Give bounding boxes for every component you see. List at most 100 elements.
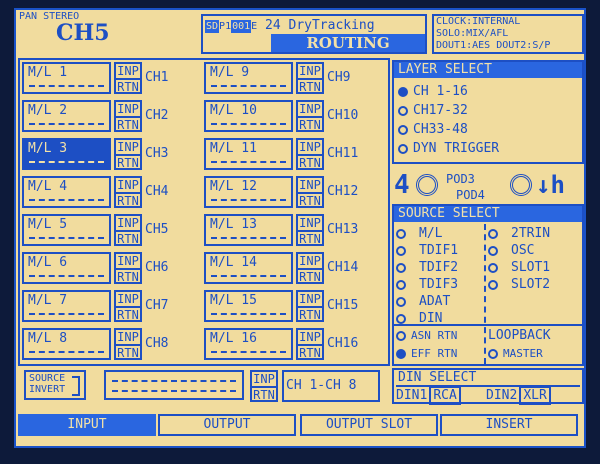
source-option[interactable]: 2TRIN xyxy=(488,226,550,242)
source-label: M/L 8 xyxy=(28,331,68,346)
source-field-right[interactable]: M/L 9 xyxy=(204,62,293,94)
layer-option[interactable]: CH17-32 xyxy=(398,103,468,119)
inp-rtn-toggle[interactable]: INP RTN xyxy=(114,176,142,208)
inp-rtn-toggle[interactable]: INP RTN xyxy=(296,290,324,322)
din1-option[interactable]: DIN1 RCA xyxy=(396,386,461,405)
source-option[interactable]: M/L xyxy=(396,226,442,242)
bottom-channel-range: CH 1-CH 8 xyxy=(282,370,380,402)
rtn-label: RTN xyxy=(298,230,322,246)
source-field-right[interactable]: M/L 11 xyxy=(204,138,293,170)
tab-input[interactable]: INPUT xyxy=(18,414,156,436)
inp-rtn-toggle[interactable]: INP RTN xyxy=(296,328,324,360)
bottom-label-field[interactable] xyxy=(104,370,244,400)
radio-icon xyxy=(488,279,498,290)
inp-rtn-toggle[interactable]: INP RTN xyxy=(296,214,324,246)
source-option[interactable]: TDIF1 xyxy=(396,243,458,259)
channel-label: CH13 xyxy=(327,222,359,237)
channel-label: CH11 xyxy=(327,146,359,161)
asn-rtn-option[interactable]: ASN RTN xyxy=(396,328,457,344)
scene-number: 001 xyxy=(231,20,252,33)
source-field-right[interactable]: M/L 12 xyxy=(204,176,293,208)
layer-option[interactable]: CH 1-16 xyxy=(398,84,468,100)
label-placeholder xyxy=(211,85,286,87)
source-label: M/L 4 xyxy=(28,179,68,194)
din2-option[interactable]: DIN2 XLR xyxy=(486,386,551,405)
source-option[interactable]: TDIF3 xyxy=(396,277,458,293)
radio-icon xyxy=(396,313,406,324)
status-box: CLOCK:INTERNAL SOLO:MIX/AFL DOUT1:AES DO… xyxy=(432,14,584,54)
solo-status: SOLO:MIX/AFL xyxy=(436,28,509,39)
radio-icon xyxy=(396,331,406,341)
label-placeholder xyxy=(29,199,104,201)
label-placeholder xyxy=(29,313,104,315)
rtn-label: RTN xyxy=(298,344,322,360)
source-field-left[interactable]: M/L 2 xyxy=(22,100,111,132)
rtn-label: RTN xyxy=(116,78,140,94)
inp-rtn-toggle[interactable]: INP RTN xyxy=(114,100,142,132)
pod4-label: POD4 xyxy=(456,188,485,202)
label-placeholder xyxy=(211,351,286,353)
source-field-left[interactable]: M/L 3 xyxy=(22,138,111,170)
scene-tag: SD xyxy=(205,20,220,33)
rtn-label: RTN xyxy=(116,344,140,360)
source-field-left[interactable]: M/L 4 xyxy=(22,176,111,208)
source-option[interactable]: DIN xyxy=(396,311,442,327)
inp-rtn-toggle[interactable]: INP RTN xyxy=(296,100,324,132)
inp-rtn-toggle[interactable]: INP RTN xyxy=(114,252,142,284)
source-field-left[interactable]: M/L 5 xyxy=(22,214,111,246)
radio-icon xyxy=(398,143,408,154)
source-field-right[interactable]: M/L 14 xyxy=(204,252,293,284)
inp-rtn-toggle[interactable]: INP RTN xyxy=(114,328,142,360)
label-placeholder xyxy=(29,275,104,277)
bottom-inp-rtn[interactable]: INP RTN xyxy=(250,370,278,402)
layer-option[interactable]: DYN TRIGGER xyxy=(398,141,499,157)
source-field-left[interactable]: M/L 7 xyxy=(22,290,111,322)
channel-label: CH3 xyxy=(145,146,169,161)
source-option[interactable]: TDIF2 xyxy=(396,260,458,276)
source-option-label: M/L xyxy=(419,226,443,241)
inp-rtn-toggle[interactable]: INP RTN xyxy=(296,138,324,170)
inp-label: INP xyxy=(299,140,321,154)
inp-rtn-toggle[interactable]: INP RTN xyxy=(114,214,142,246)
source-invert-button[interactable]: SOURCE INVERT xyxy=(24,370,86,400)
tab-output[interactable]: OUTPUT xyxy=(158,414,296,436)
tab-output-slot[interactable]: OUTPUT SLOT xyxy=(300,414,438,436)
inp-label: INP xyxy=(299,292,321,306)
layer-select-title: LAYER SELECT xyxy=(394,62,582,78)
rtn-label: RTN xyxy=(298,306,322,322)
eff-rtn-option[interactable]: EFF RTN xyxy=(396,346,457,362)
source-field-right[interactable]: M/L 15 xyxy=(204,290,293,322)
layer-option[interactable]: CH33-48 xyxy=(398,122,468,138)
tab-insert[interactable]: INSERT xyxy=(440,414,578,436)
channel-label: CH2 xyxy=(145,108,169,123)
source-label: M/L 7 xyxy=(28,293,68,308)
pod-right-icon: ↓h xyxy=(536,171,565,199)
source-option[interactable]: ADAT xyxy=(396,294,450,310)
source-option[interactable]: SLOT1 xyxy=(488,260,550,276)
source-option-label: OSC xyxy=(511,243,535,258)
source-option[interactable]: OSC xyxy=(488,243,534,259)
radio-icon xyxy=(396,296,406,307)
inp-rtn-toggle[interactable]: INP RTN xyxy=(296,176,324,208)
inp-rtn-toggle[interactable]: INP RTN xyxy=(114,138,142,170)
master-option[interactable]: MASTER xyxy=(488,346,543,362)
channel-label: CH8 xyxy=(145,336,169,351)
inp-rtn-toggle[interactable]: INP RTN xyxy=(114,62,142,94)
source-option[interactable]: SLOT2 xyxy=(488,277,550,293)
inp-label: INP xyxy=(299,102,321,116)
source-option-label: ADAT xyxy=(419,294,451,309)
inp-label: INP xyxy=(299,216,321,230)
source-label: M/L 10 xyxy=(210,103,257,118)
inp-rtn-toggle[interactable]: INP RTN xyxy=(296,252,324,284)
inp-rtn-toggle[interactable]: INP RTN xyxy=(114,290,142,322)
source-field-right[interactable]: M/L 10 xyxy=(204,100,293,132)
layer-select-panel: LAYER SELECT CH 1-16 CH17-32 CH33-48 DYN TR… xyxy=(392,60,584,164)
source-field-right[interactable]: M/L 13 xyxy=(204,214,293,246)
source-field-left[interactable]: M/L 8 xyxy=(22,328,111,360)
source-field-left[interactable]: M/L 6 xyxy=(22,252,111,284)
source-label: M/L 11 xyxy=(210,141,257,156)
source-field-right[interactable]: M/L 16 xyxy=(204,328,293,360)
inp-rtn-toggle[interactable]: INP RTN xyxy=(296,62,324,94)
source-field-left[interactable]: M/L 1 xyxy=(22,62,111,94)
inp-label: INP xyxy=(117,254,139,268)
